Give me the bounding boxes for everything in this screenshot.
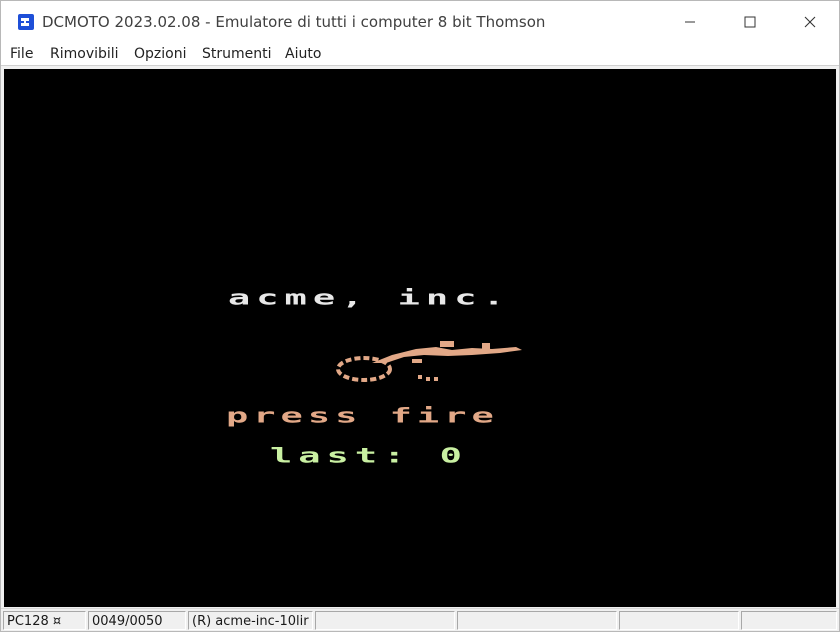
menu-aiuto[interactable]: Aiuto bbox=[285, 44, 321, 64]
status-empty-1 bbox=[315, 611, 455, 630]
dcmoto-app-icon bbox=[18, 14, 34, 30]
status-empty-3 bbox=[619, 611, 739, 630]
press-fire-prompt: press fire bbox=[226, 404, 499, 428]
minimize-button[interactable] bbox=[661, 1, 719, 43]
menu-rimovibili[interactable]: Rimovibili bbox=[50, 44, 119, 64]
motorbike-sprite-icon bbox=[336, 341, 522, 382]
maximize-button[interactable] bbox=[721, 1, 779, 43]
status-counter: 0049/0050 bbox=[88, 611, 186, 630]
close-button[interactable] bbox=[781, 1, 839, 43]
title-bar[interactable]: DCMOTO 2023.02.08 - Emulatore di tutti i… bbox=[1, 1, 839, 43]
last-score: last: 0 bbox=[270, 444, 468, 468]
emulator-window: DCMOTO 2023.02.08 - Emulatore di tutti i… bbox=[0, 0, 840, 632]
close-icon bbox=[804, 16, 816, 28]
status-media: (R) acme-inc-10lir bbox=[188, 611, 313, 630]
menu-file[interactable]: File bbox=[10, 44, 33, 64]
menu-strumenti[interactable]: Strumenti bbox=[202, 44, 272, 64]
maximize-icon bbox=[744, 16, 756, 28]
status-bar: PC128 ¤ 0049/0050 (R) acme-inc-10lir bbox=[1, 608, 839, 631]
status-empty-4 bbox=[741, 611, 837, 630]
last-score-label: last: bbox=[270, 444, 412, 468]
game-title: acme, inc. bbox=[228, 286, 511, 310]
status-empty-2 bbox=[457, 611, 617, 630]
emulator-screen[interactable]: acme, inc. press fire last: 0 bbox=[4, 69, 836, 607]
minimize-icon bbox=[685, 21, 695, 23]
window-title: DCMOTO 2023.02.08 - Emulatore di tutti i… bbox=[42, 13, 546, 31]
menu-opzioni[interactable]: Opzioni bbox=[134, 44, 186, 64]
menu-bar: File Rimovibili Opzioni Strumenti Aiuto bbox=[1, 43, 839, 66]
status-machine: PC128 ¤ bbox=[3, 611, 86, 630]
last-score-value: 0 bbox=[439, 444, 468, 468]
